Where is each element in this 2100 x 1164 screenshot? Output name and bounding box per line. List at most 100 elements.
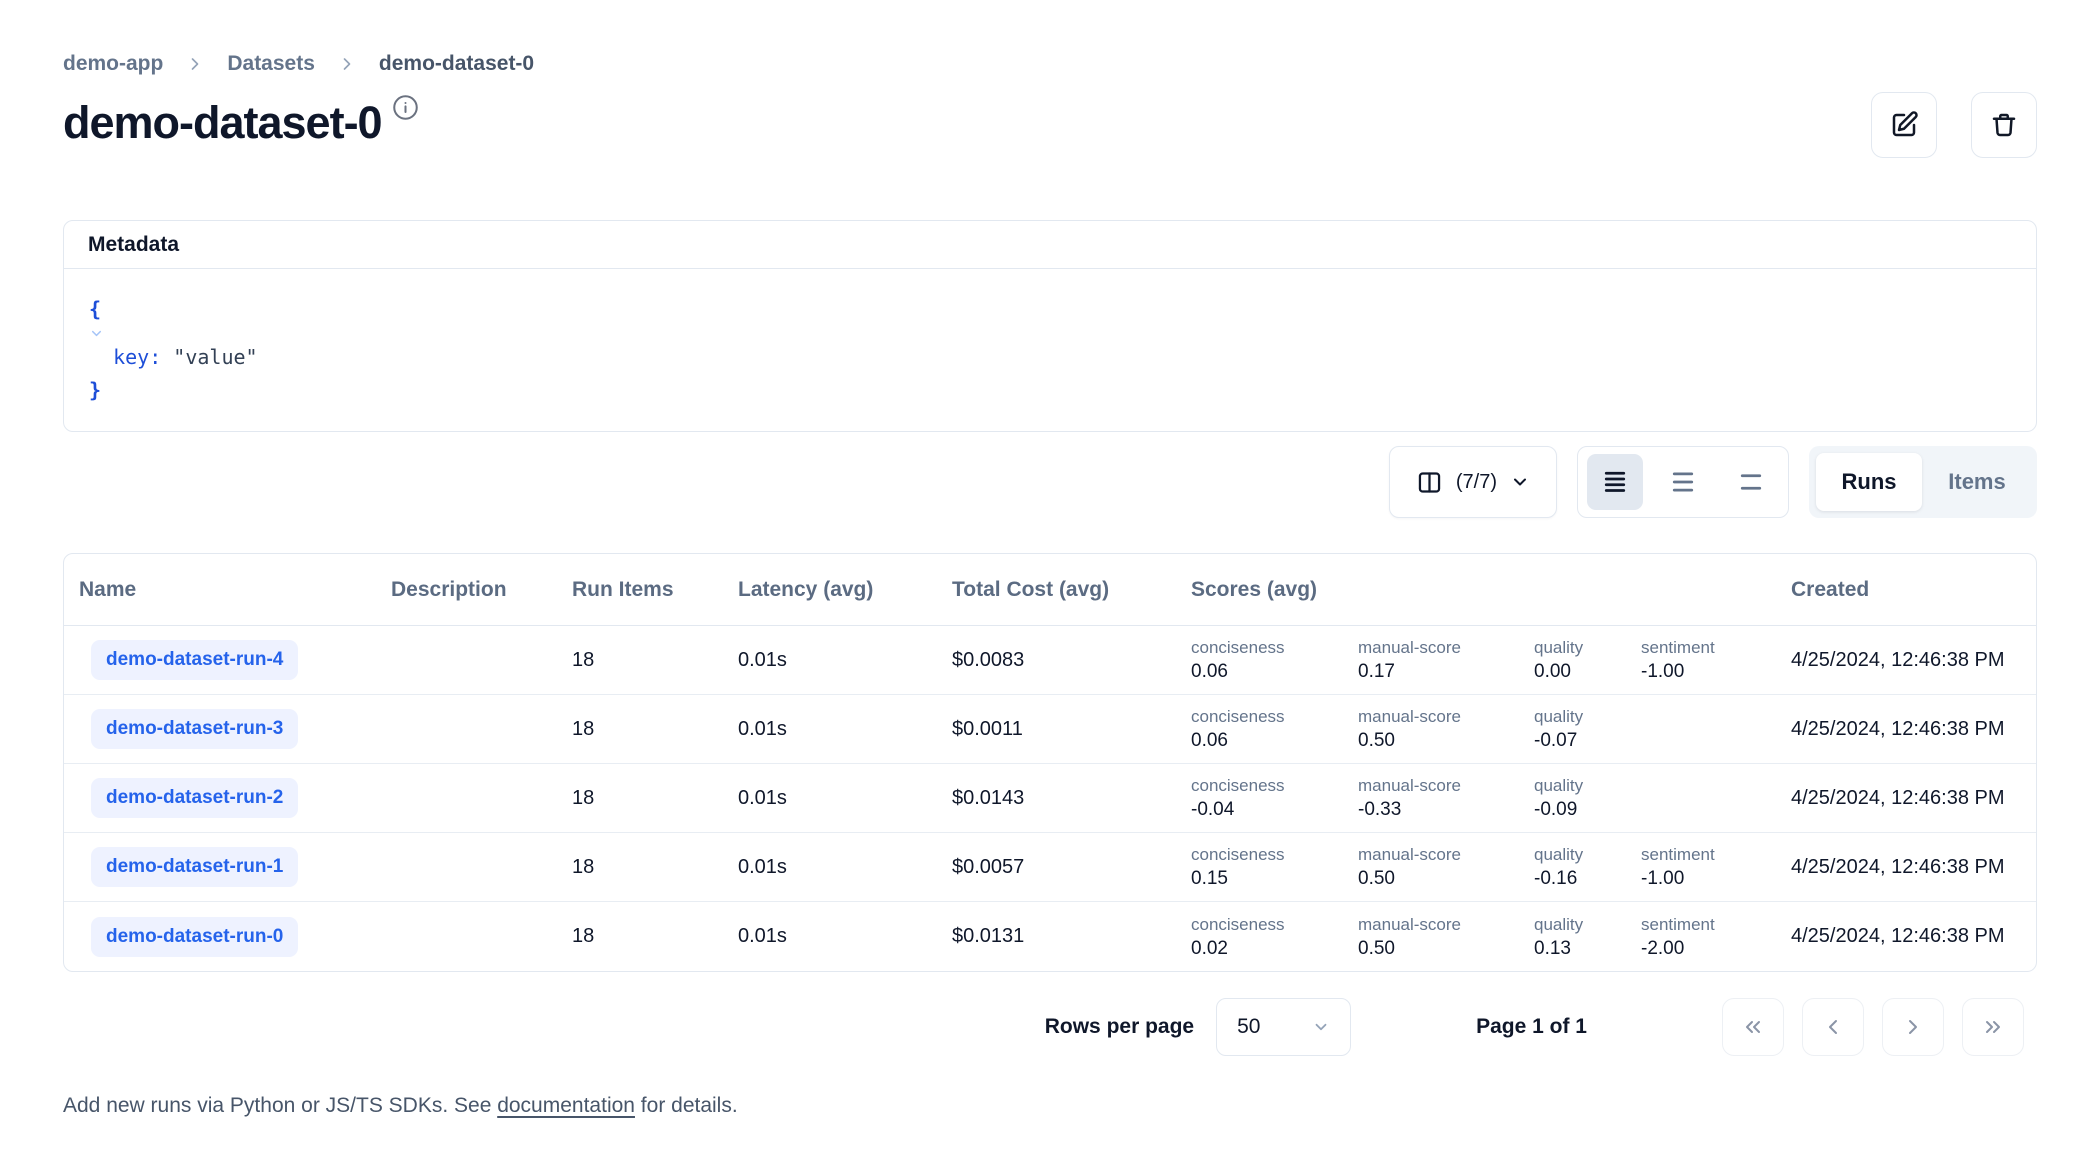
score-quality: quality0.13 [1534,913,1641,961]
edit-dataset-button[interactable] [1871,92,1937,158]
score-manual-score: manual-score0.50 [1358,843,1534,891]
next-page-button[interactable] [1882,998,1944,1056]
score-conciseness: conciseness0.06 [1191,705,1358,753]
sdk-hint: Add new runs via Python or JS/TS SDKs. S… [63,1094,2037,1118]
last-page-button[interactable] [1962,998,2024,1056]
trash-icon [1989,110,2019,140]
column-visibility-button[interactable]: (7/7) [1389,446,1557,518]
run-name-link[interactable]: demo-dataset-run-0 [91,917,298,957]
score-conciseness: conciseness0.06 [1191,636,1358,684]
scores-cell: conciseness0.06manual-score0.17quality0.… [1176,626,1776,694]
rows-per-page-select[interactable]: 50 [1216,998,1351,1056]
chevron-left-icon [1821,1015,1845,1039]
metadata-card: Metadata { key: "value" } [63,220,2037,432]
column-visibility-count: (7/7) [1456,471,1497,494]
scores-cell: conciseness0.02manual-score0.50quality0.… [1176,902,1776,971]
column-header-created: Created [1776,578,2036,602]
score-manual-score: manual-score0.17 [1358,636,1534,684]
column-header-latency: Latency (avg) [723,578,937,602]
runs-items-tabs: Runs Items [1809,446,2037,518]
breadcrumb-current-dataset[interactable]: demo-dataset-0 [379,52,534,76]
name-cell: demo-dataset-run-4 [64,640,376,680]
rows-medium-icon [1668,467,1698,497]
breadcrumb: demo-app Datasets demo-dataset-0 [63,52,2037,76]
table-row[interactable]: demo-dataset-run-0 18 0.01s $0.0131 conc… [64,902,2036,971]
metadata-json-viewer: { key: "value" } [64,269,2036,431]
edit-icon [1889,110,1919,140]
column-header-scores: Scores (avg) [1176,578,1776,602]
score-manual-score: manual-score0.50 [1358,705,1534,753]
run-items-cell: 18 [557,856,723,879]
action-buttons [1871,92,2037,158]
chevron-down-icon [1312,1018,1330,1036]
row-height-toggle-group [1577,446,1789,518]
collapse-chevron-icon[interactable] [89,326,2011,341]
tab-items[interactable]: Items [1924,453,2030,511]
column-header-total-cost: Total Cost (avg) [937,578,1176,602]
table-toolbar: (7/7) Runs Ite [63,446,2037,518]
table-row[interactable]: demo-dataset-run-1 18 0.01s $0.0057 conc… [64,833,2036,902]
chevron-down-icon [1510,472,1530,492]
created-cell: 4/25/2024, 12:46:38 PM [1776,925,2036,948]
name-cell: demo-dataset-run-1 [64,847,376,887]
sdk-hint-text-after: for details. [635,1094,738,1117]
row-height-large-option[interactable] [1723,454,1779,510]
rows-per-page-label: Rows per page [1045,1015,1194,1039]
total-cost-cell: $0.0131 [937,925,1176,948]
scores-cell: conciseness0.15manual-score0.50quality-0… [1176,833,1776,901]
row-height-small-option[interactable] [1587,454,1643,510]
score-sentiment: sentiment-1.00 [1641,843,1776,891]
previous-page-button[interactable] [1802,998,1864,1056]
column-header-name: Name [64,578,376,602]
row-height-medium-option[interactable] [1655,454,1711,510]
page-indicator: Page 1 of 1 [1476,1015,1587,1039]
name-cell: demo-dataset-run-3 [64,709,376,749]
table-header-row: Name Description Run Items Latency (avg)… [64,554,2036,626]
chevron-right-icon [185,54,205,74]
column-header-description: Description [376,578,557,602]
score-manual-score: manual-score-0.33 [1358,774,1534,822]
run-items-cell: 18 [557,787,723,810]
score-quality: quality-0.09 [1534,774,1641,822]
total-cost-cell: $0.0011 [937,718,1176,741]
tab-runs[interactable]: Runs [1816,453,1922,511]
name-cell: demo-dataset-run-0 [64,917,376,957]
run-name-link[interactable]: demo-dataset-run-2 [91,778,298,818]
chevron-right-icon [1901,1015,1925,1039]
chevron-right-icon [337,54,357,74]
column-header-run-items: Run Items [557,578,723,602]
run-name-link[interactable]: demo-dataset-run-4 [91,640,298,680]
score-sentiment: sentiment-1.00 [1641,636,1776,684]
table-row[interactable]: demo-dataset-run-2 18 0.01s $0.0143 conc… [64,764,2036,833]
score-quality: quality-0.16 [1534,843,1641,891]
name-cell: demo-dataset-run-2 [64,778,376,818]
metadata-card-title: Metadata [64,221,2036,269]
latency-cell: 0.01s [723,718,937,741]
first-page-button[interactable] [1722,998,1784,1056]
chevrons-left-icon [1741,1015,1765,1039]
score-sentiment: sentiment-2.00 [1641,913,1776,961]
run-items-cell: 18 [557,649,723,672]
total-cost-cell: $0.0057 [937,856,1176,879]
latency-cell: 0.01s [723,649,937,672]
breadcrumb-project[interactable]: demo-app [63,52,163,76]
run-name-link[interactable]: demo-dataset-run-1 [91,847,298,887]
score-manual-score: manual-score0.50 [1358,913,1534,961]
delete-dataset-button[interactable] [1971,92,2037,158]
created-cell: 4/25/2024, 12:46:38 PM [1776,718,2036,741]
run-items-cell: 18 [557,925,723,948]
info-icon[interactable] [392,94,419,121]
table-row[interactable]: demo-dataset-run-3 18 0.01s $0.0011 conc… [64,695,2036,764]
json-line-key-value: key: "value" [89,341,2011,374]
run-items-cell: 18 [557,718,723,741]
json-line-open: { [89,291,2011,341]
chevrons-right-icon [1981,1015,2005,1039]
breadcrumb-datasets[interactable]: Datasets [227,52,315,76]
run-name-link[interactable]: demo-dataset-run-3 [91,709,298,749]
total-cost-cell: $0.0143 [937,787,1176,810]
score-quality: quality-0.07 [1534,705,1641,753]
rows-per-page-value: 50 [1237,1015,1260,1039]
documentation-link[interactable]: documentation [497,1094,635,1117]
created-cell: 4/25/2024, 12:46:38 PM [1776,787,2036,810]
table-row[interactable]: demo-dataset-run-4 18 0.01s $0.0083 conc… [64,626,2036,695]
